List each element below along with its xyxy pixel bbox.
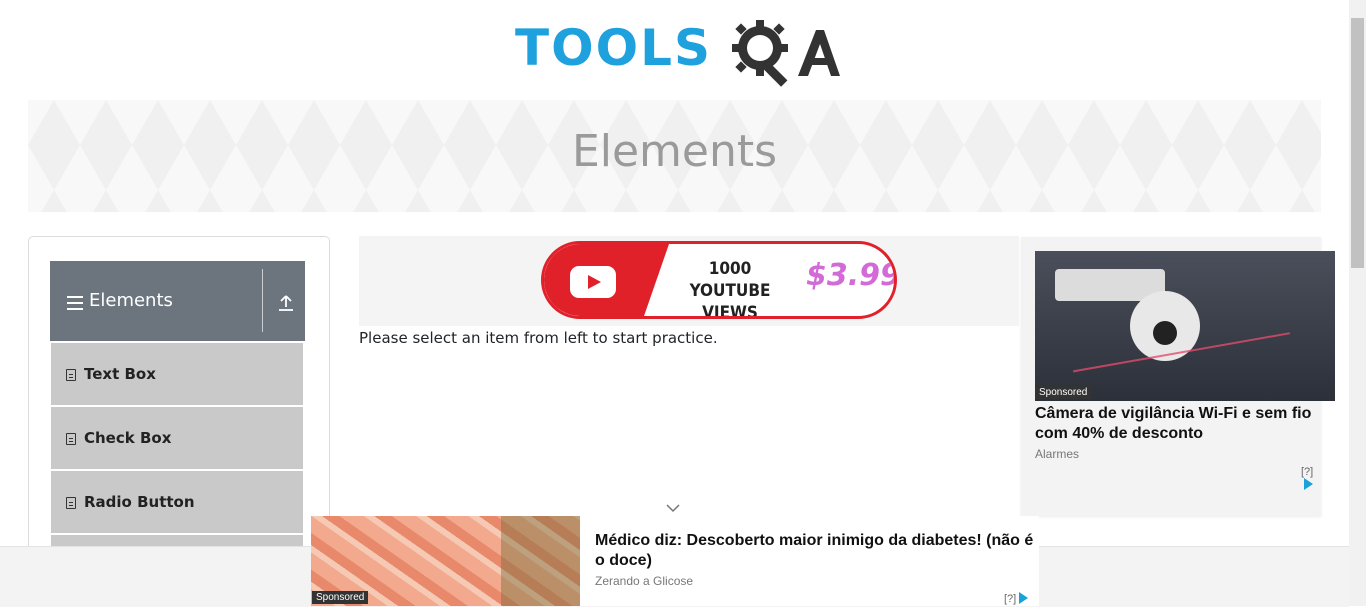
- sponsored-ad-camera[interactable]: Sponsored Câmera de vigilância Wi-Fi e s…: [1021, 237, 1335, 516]
- ad-source: Zerando a Glicose: [595, 574, 694, 588]
- logo-text: TOOLS: [515, 19, 712, 77]
- sponsored-badge: Sponsored: [1035, 386, 1092, 399]
- sidebar-item-radio-button[interactable]: Radio Button: [51, 471, 303, 533]
- youtube-play-icon: [570, 266, 616, 298]
- adchoices-label: [?]: [1301, 466, 1314, 478]
- sponsored-badge: Sponsored: [312, 591, 369, 604]
- document-icon: [66, 433, 76, 445]
- page-banner: Elements: [28, 100, 1321, 212]
- sidebar-item-label: Text Box: [84, 365, 156, 383]
- ad-headline[interactable]: Câmera de vigilância Wi-Fi e sem fio com…: [1035, 404, 1325, 444]
- sidebar-group-elements[interactable]: Elements: [50, 261, 305, 341]
- promo-views-count: 1000: [708, 259, 752, 279]
- sidebar-item-text-box[interactable]: Text Box: [51, 343, 303, 405]
- ad-source: Alarmes: [1035, 447, 1080, 461]
- promo-views-label: YOUTUBE VIEWS: [689, 281, 771, 319]
- promo-price: $3.99: [806, 258, 897, 293]
- promo-views: 1000 YOUTUBE VIEWS: [670, 258, 790, 319]
- ad-image-camera: [1035, 251, 1335, 401]
- instruction-text: Please select an item from left to start…: [359, 329, 718, 347]
- hamburger-icon: [67, 296, 83, 310]
- vertical-scrollbar[interactable]: [1349, 0, 1366, 606]
- sidebar-item-label: Radio Button: [84, 493, 195, 511]
- sidebar-group-label: Elements: [89, 290, 173, 311]
- group-divider: [262, 269, 263, 332]
- sidebar-item-check-box[interactable]: Check Box: [51, 407, 303, 469]
- upload-arrow-icon[interactable]: [278, 294, 294, 312]
- toolsqa-logo[interactable]: TOOLS: [515, 16, 840, 90]
- sidebar-item-label: Check Box: [84, 429, 172, 447]
- document-icon: [66, 369, 76, 381]
- page-title: Elements: [571, 126, 778, 177]
- adchoices-icon[interactable]: [?]: [1004, 592, 1029, 605]
- scrollbar-thumb[interactable]: [1351, 18, 1364, 268]
- gear-magnifier-icon: [732, 20, 840, 87]
- adchoices-icon[interactable]: [?]: [1301, 466, 1321, 491]
- sponsored-ad-diabetes[interactable]: Sponsored Médico diz: Descoberto maior i…: [311, 516, 1039, 606]
- document-icon: [66, 497, 76, 509]
- promo-pill: 1000 YOUTUBE VIEWS $3.99: [541, 241, 897, 319]
- promo-ad[interactable]: 1000 YOUTUBE VIEWS $3.99: [359, 236, 1019, 326]
- adchoices-label: [?]: [1004, 593, 1017, 605]
- chevron-down-icon[interactable]: [666, 501, 680, 515]
- ad-headline[interactable]: Médico diz: Descoberto maior inimigo da …: [595, 531, 1040, 571]
